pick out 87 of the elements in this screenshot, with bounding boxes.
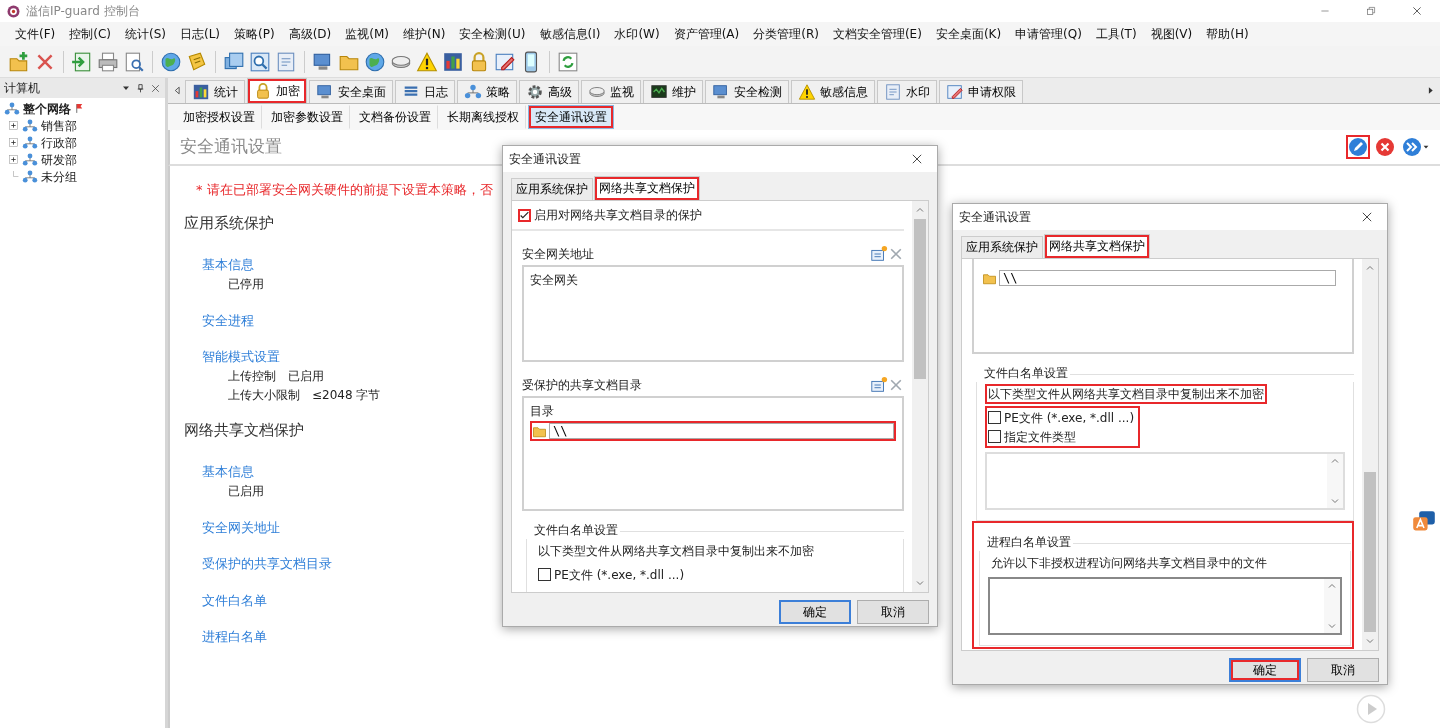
menu-item[interactable]: 安全桌面(K) — [928, 23, 1009, 45]
section-title: 网络共享文档保护 — [184, 419, 304, 441]
dialog-title: 安全通讯设置 — [959, 209, 1031, 226]
menu-item[interactable]: 视图(V) — [1143, 23, 1200, 45]
module-tab[interactable]: 敏感信息 — [791, 80, 875, 103]
note-text: 以下类型文件从网络共享文档目录中复制出来不加密 — [537, 543, 815, 560]
dialog-button[interactable]: 取消 — [1307, 658, 1379, 682]
module-tab[interactable]: 安全检测 — [705, 80, 789, 103]
window-title: 溢信IP-guard 控制台 — [26, 3, 140, 20]
menu-item[interactable]: 高级(D) — [281, 23, 339, 45]
module-tab[interactable]: 安全桌面 — [309, 80, 393, 103]
dialog-tab[interactable]: 应用系统保护 — [961, 235, 1043, 258]
page-title: 安全通讯设置 — [180, 135, 282, 159]
menu-item[interactable]: 策略(P) — [227, 23, 282, 45]
dialog-tab[interactable]: 网络共享文档保护 — [1044, 234, 1150, 258]
checkbox-label: 启用对网络共享文档目录的保护 — [534, 207, 702, 224]
module-tab[interactable]: 策略 — [457, 80, 517, 103]
group-title: 文件白名单设置 — [534, 522, 618, 539]
group-title: 文件白名单设置 — [984, 365, 1068, 382]
path-field[interactable]: \\ — [999, 270, 1336, 286]
menu-item[interactable]: 文档安全管理(E) — [825, 23, 929, 45]
setting-link[interactable]: 进程白名单 — [202, 627, 267, 647]
module-tab[interactable]: 日志 — [395, 80, 455, 103]
menu-item[interactable]: 控制(C) — [62, 23, 118, 45]
menu-item[interactable]: 安全检测(U) — [452, 23, 533, 45]
menu-item[interactable]: 监视(M) — [338, 23, 396, 45]
dialog-title: 安全通讯设置 — [509, 151, 581, 168]
setting-link[interactable]: 基本信息 — [202, 255, 254, 275]
sub-tab[interactable]: 加密授权设置 — [176, 105, 262, 129]
section-title: 应用系统保护 — [184, 212, 274, 234]
tree-item[interactable]: 未分组 — [41, 167, 77, 186]
group-label: 安全网关地址 — [522, 246, 594, 263]
menu-item[interactable]: 帮助(H) — [1199, 23, 1256, 45]
detail-text: ≤2048 字节 — [312, 386, 381, 404]
path-field[interactable]: \\ — [549, 423, 894, 439]
detail-text: 已启用 — [288, 367, 324, 385]
dialog-button[interactable]: 取消 — [857, 600, 929, 624]
checkbox-label: PE文件 (*.exe, *.dll ...) — [554, 566, 685, 584]
module-tab[interactable]: 高级 — [519, 80, 579, 103]
menu-item[interactable]: 分类管理(R) — [746, 23, 826, 45]
dialog-tab[interactable]: 应用系统保护 — [511, 177, 593, 200]
group-label: 受保护的共享文档目录 — [522, 377, 642, 394]
menu-item[interactable]: 工具(T) — [1088, 23, 1144, 45]
note-text: 允许以下非授权进程访问网络共享文档目录中的文件 — [990, 555, 1268, 572]
module-tab[interactable]: 加密 — [247, 78, 307, 103]
tree-item[interactable]: 销售部 — [41, 116, 77, 135]
sub-tab[interactable]: 长期离线授权 — [440, 105, 526, 129]
menu-item[interactable]: 敏感信息(I) — [532, 23, 608, 45]
detail-text: 已停用 — [228, 275, 264, 293]
menu-item[interactable]: 统计(S) — [118, 23, 173, 45]
column-header: 目录 — [530, 403, 555, 420]
warning-text: * 请在已部署安全网关硬件的前提下设置本策略，否 — [196, 181, 493, 199]
tree-item[interactable]: 行政部 — [41, 133, 77, 152]
menu-item[interactable]: 资产管理(A) — [666, 23, 747, 45]
setting-link[interactable]: 安全进程 — [202, 310, 254, 330]
module-tab[interactable]: 统计 — [185, 80, 245, 103]
list-item[interactable]: 安全网关 — [530, 271, 896, 289]
setting-link[interactable]: 文件白名单 — [202, 590, 267, 610]
dialog-button[interactable]: 确定 — [1229, 658, 1301, 682]
dialog-button[interactable]: 确定 — [779, 600, 851, 624]
setting-link[interactable]: 安全网关地址 — [202, 517, 280, 537]
tree-item[interactable]: 研发部 — [41, 150, 77, 169]
menu-item[interactable]: 文件(F) — [8, 23, 63, 45]
detail-text: 上传控制 — [228, 367, 276, 385]
detail-text: 上传大小限制 — [228, 386, 300, 404]
menu-item[interactable]: 日志(L) — [173, 23, 228, 45]
checkbox-label: 指定文件类型 — [1004, 428, 1076, 446]
detail-text: 已启用 — [228, 482, 264, 500]
module-tab[interactable]: 申请权限 — [939, 80, 1023, 103]
group-title: 进程白名单设置 — [987, 534, 1071, 551]
note-text: 以下类型文件从网络共享文档目录中复制出来不加密 — [985, 384, 1267, 404]
module-tab[interactable]: 监视 — [581, 80, 641, 103]
menu-item[interactable]: 申请管理(Q) — [1008, 23, 1089, 45]
sub-tab[interactable]: 加密参数设置 — [264, 105, 350, 129]
module-tab[interactable]: 维护 — [643, 80, 703, 103]
panel-title: 计算机 — [4, 80, 40, 97]
sub-tab[interactable]: 文档备份设置 — [352, 105, 438, 129]
dialog-tab[interactable]: 网络共享文档保护 — [594, 176, 700, 200]
setting-link[interactable]: 受保护的共享文档目录 — [202, 554, 332, 574]
setting-link[interactable]: 基本信息 — [202, 462, 254, 482]
menu-item[interactable]: 维护(N) — [396, 23, 453, 45]
module-tab[interactable]: 水印 — [877, 80, 937, 103]
menu-item[interactable]: 水印(W) — [607, 23, 667, 45]
setting-link[interactable]: 智能模式设置 — [202, 347, 280, 367]
checkbox-label: PE文件 (*.exe, *.dll ...) — [1004, 409, 1135, 427]
sub-tab[interactable]: 安全通讯设置 — [528, 105, 614, 129]
tree-item[interactable]: 整个网络 — [23, 99, 71, 118]
